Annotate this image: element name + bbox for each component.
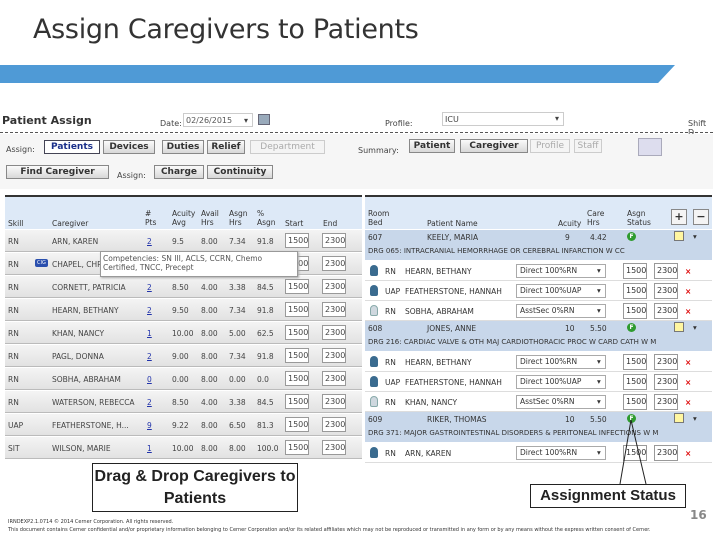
callout-line-right	[630, 419, 647, 485]
footer-disclaimer: This document contains Cerner confidenti…	[8, 527, 651, 533]
callout-lines	[619, 419, 647, 485]
assignment-status-callout: Assignment Status	[530, 484, 686, 508]
footer-copyright: IRNDEXP2.1.0714 © 2014 Cerner Corporatio…	[8, 519, 174, 525]
page-number: 16	[690, 508, 707, 522]
callout-line-left	[619, 419, 632, 485]
drag-drop-callout: Drag & Drop Caregivers to Patients	[92, 463, 298, 512]
